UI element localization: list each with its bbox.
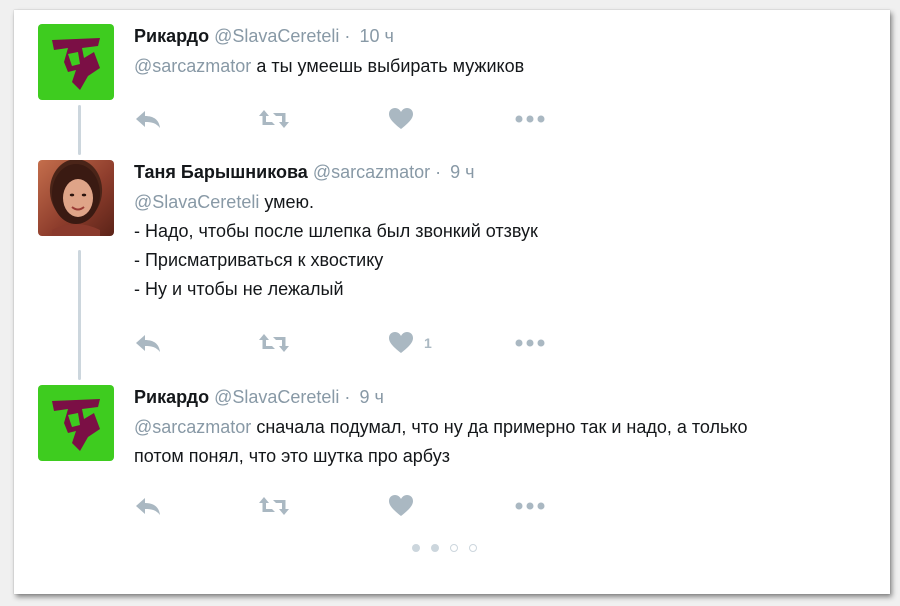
tweet-header: Рикардо @SlavaCereteli · 9 ч (134, 385, 890, 409)
tweet-content: Таня Барышникова @sarcazmator · 9 ч @Sla… (134, 160, 890, 304)
author-handle[interactable]: @sarcazmator (313, 162, 430, 182)
separator: · (435, 162, 442, 182)
author-handle[interactable]: @SlavaCereteli (214, 26, 339, 46)
user-photo-avatar-icon (52, 164, 100, 236)
tweet-text: @sarcazmator а ты умеешь выбирать мужико… (134, 52, 890, 81)
thread-connector (78, 105, 81, 155)
tweet-actions (134, 104, 554, 134)
avatar[interactable] (38, 24, 114, 100)
reply-button[interactable] (134, 491, 162, 521)
more-button[interactable] (514, 491, 546, 521)
text-line: потом понял, что это шутка про арбуз (134, 446, 450, 466)
like-button[interactable] (388, 491, 414, 521)
page-dot-2[interactable] (431, 544, 439, 552)
mention-link[interactable]: @SlavaCereteli (134, 192, 259, 212)
tweet-content: Рикардо @SlavaCereteli · 10 ч @sarcazmat… (134, 24, 890, 81)
tweet-content: Рикардо @SlavaCereteli · 9 ч @sarcazmato… (134, 385, 890, 471)
tweet-actions (134, 491, 554, 521)
text-line: - Надо, чтобы после шлепка был звонкий о… (134, 221, 538, 241)
avatar[interactable] (38, 385, 114, 461)
reply-icon (136, 335, 160, 352)
tweet-text: @SlavaCereteli умею. - Надо, чтобы после… (134, 188, 890, 304)
timestamp[interactable]: 9 ч (359, 387, 383, 407)
retweet-button[interactable] (258, 328, 290, 358)
thread-connector (78, 250, 81, 380)
text-line: умею. (264, 192, 315, 212)
retweet-icon (259, 334, 289, 352)
like-button[interactable] (388, 104, 414, 134)
separator: · (344, 387, 351, 407)
author-name[interactable]: Рикардо (134, 26, 209, 46)
retweet-icon (259, 497, 289, 515)
author-name[interactable]: Рикардо (134, 387, 209, 407)
tweet-header: Рикардо @SlavaCereteli · 10 ч (134, 24, 890, 48)
page-dot-1[interactable] (412, 544, 420, 552)
more-button[interactable] (514, 328, 546, 358)
tweet-text: @sarcazmator сначала подумал, что ну да … (134, 413, 890, 471)
retweet-icon (259, 110, 289, 128)
letter-logo-avatar-icon (52, 38, 100, 90)
author-name[interactable]: Таня Барышникова (134, 162, 308, 182)
tweet-actions: 1 (134, 328, 554, 358)
heart-icon (389, 495, 413, 516)
reply-icon (136, 111, 160, 128)
more-icon (515, 339, 545, 347)
heart-icon (389, 108, 413, 129)
more-icon (515, 502, 545, 510)
avatar[interactable] (38, 160, 114, 236)
more-icon (515, 115, 545, 123)
reply-button[interactable] (134, 104, 162, 134)
like-button[interactable]: 1 (388, 328, 432, 358)
separator: · (344, 26, 351, 46)
text-line: сначала подумал, что ну да примерно так … (256, 417, 748, 437)
mention-link[interactable]: @sarcazmator (134, 417, 251, 437)
author-handle[interactable]: @SlavaCereteli (214, 387, 339, 407)
page-dot-4[interactable] (469, 544, 477, 552)
like-count: 1 (424, 335, 432, 351)
more-button[interactable] (514, 104, 546, 134)
tweet-thread-card: Рикардо @SlavaCereteli · 10 ч @sarcazmat… (14, 10, 890, 594)
pagination-dots (412, 544, 477, 552)
text-line: - Присматриваться к хвостику (134, 250, 384, 270)
timestamp[interactable]: 10 ч (359, 26, 393, 46)
heart-icon (389, 332, 413, 353)
page-dot-3[interactable] (450, 544, 458, 552)
text-line: а ты умеешь выбирать мужиков (256, 56, 525, 76)
letter-logo-avatar-icon (52, 399, 100, 451)
mention-link[interactable]: @sarcazmator (134, 56, 251, 76)
reply-button[interactable] (134, 328, 162, 358)
retweet-button[interactable] (258, 491, 290, 521)
timestamp[interactable]: 9 ч (450, 162, 474, 182)
reply-icon (136, 498, 160, 515)
retweet-button[interactable] (258, 104, 290, 134)
text-line: - Ну и чтобы не лежалый (134, 279, 344, 299)
tweet-header: Таня Барышникова @sarcazmator · 9 ч (134, 160, 890, 184)
